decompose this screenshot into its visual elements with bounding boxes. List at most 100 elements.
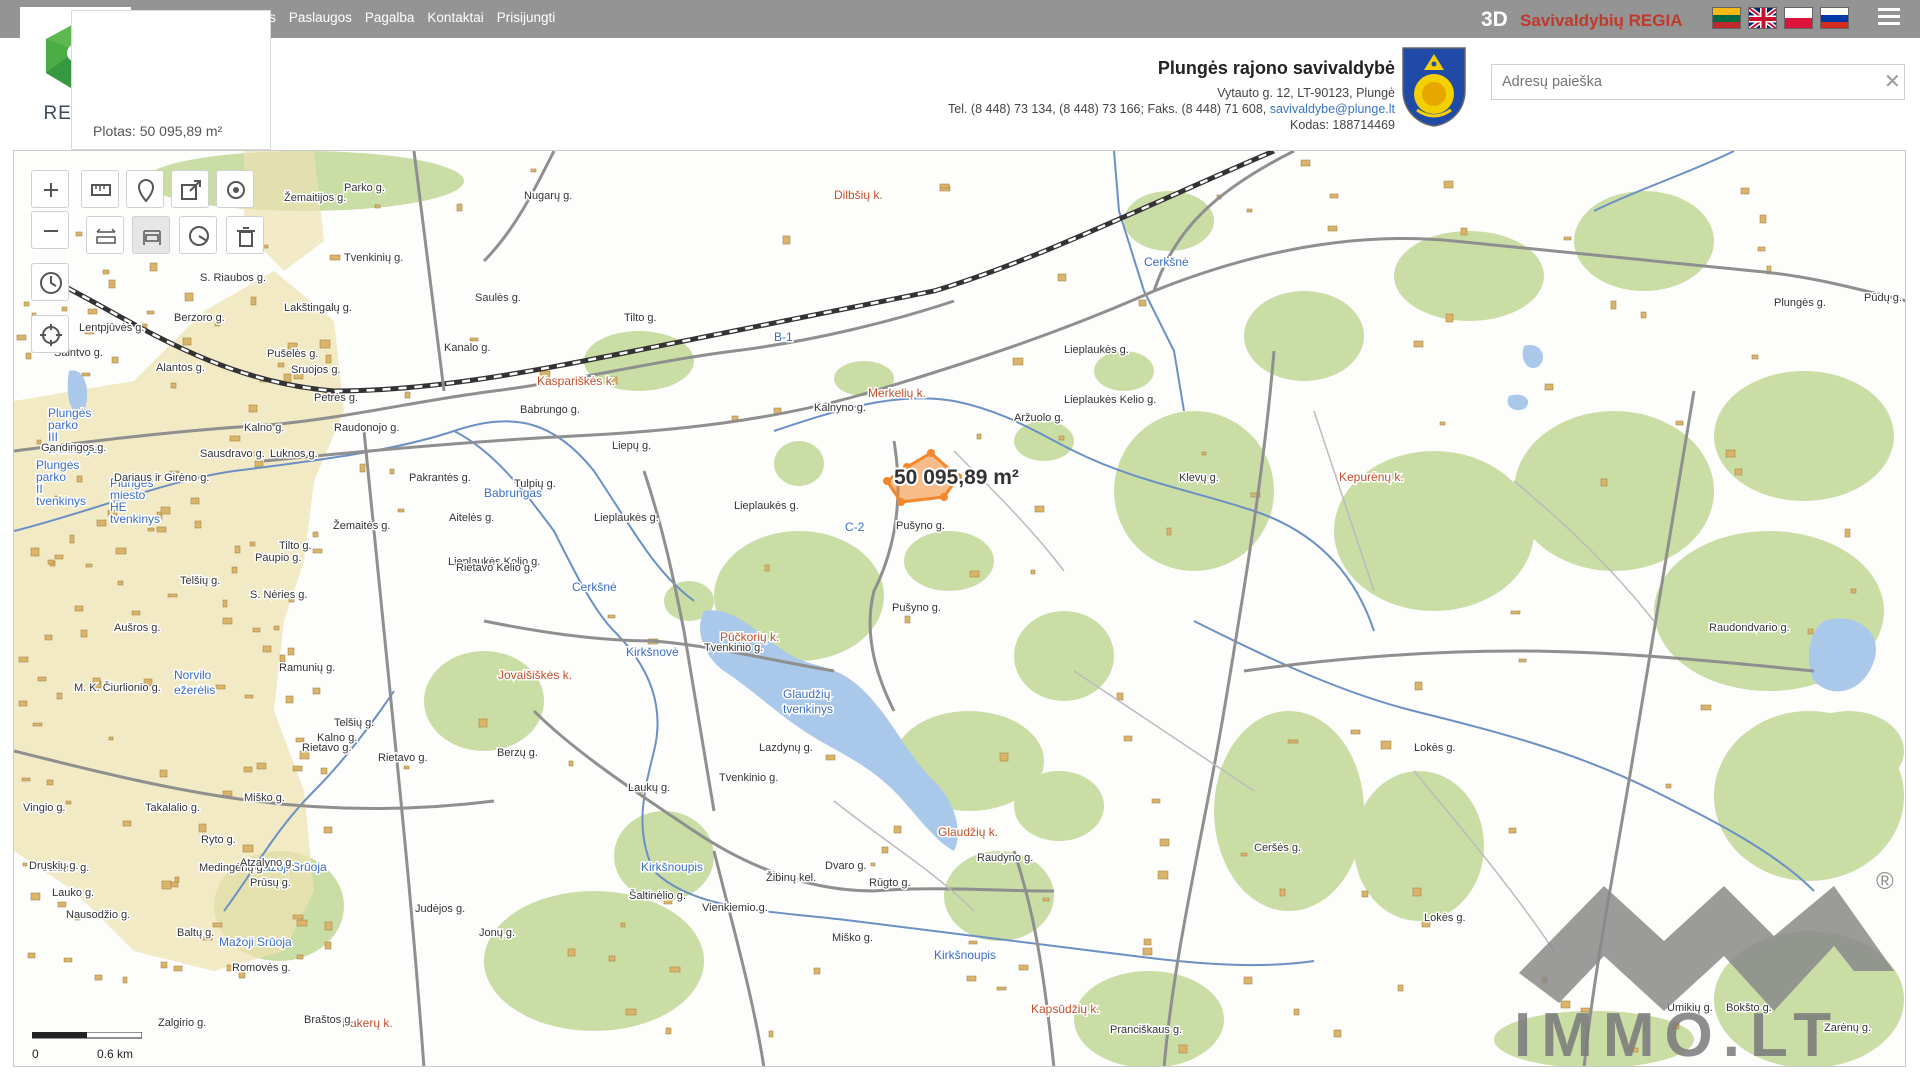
building [122,820,132,827]
building [22,862,28,867]
building [61,306,68,312]
building [156,526,167,533]
building [625,1008,637,1016]
map-label-street: Aržuolo g. [1014,412,1064,424]
building [146,310,155,315]
building [968,940,978,945]
forest-patch [1244,291,1364,381]
forest-patch [1394,231,1544,321]
map-label-street: Ramunių g. [279,662,335,674]
map-label-street: Telšių g. [334,717,374,729]
building [1178,1044,1188,1054]
building [234,545,241,554]
area-readout: Plotas: 50 095,89 m² [93,123,223,139]
building [108,279,116,289]
building [1412,887,1422,897]
building [1287,739,1299,744]
nav-item-4[interactable]: Kontaktai [427,10,483,25]
forest-patch [484,891,704,1031]
measure-length-button[interactable] [86,216,124,254]
export-button[interactable] [171,170,209,208]
building [215,684,226,690]
building [324,941,332,950]
building [312,548,323,554]
building [18,656,29,663]
map-label-street: Lentpjūvės g. [79,322,144,334]
building [190,497,200,505]
building [170,382,177,389]
map-label-street: Lieplaukės Kelio g. [1064,394,1156,406]
map-label-village: Kepurėnų k. [1339,470,1404,484]
building [1012,357,1024,366]
building [54,554,64,560]
point-tool-button[interactable] [216,170,254,208]
building [764,564,770,572]
building [212,922,223,928]
forest-patch [424,651,544,751]
protractor-icon [189,226,209,246]
address-search-input[interactable] [1491,64,1905,100]
map-label-street: Ceršės g. [1254,842,1301,854]
map-label-street: Tvenkinio g. [704,642,763,654]
building [170,881,179,888]
map-label-village: Glaudžių k. [938,825,998,839]
search-clear-icon[interactable]: ✕ [1884,69,1901,94]
building [478,718,488,728]
building [18,700,28,707]
pl-flag-icon[interactable] [1784,7,1813,29]
brand-3d[interactable]: 3D [1481,8,1508,32]
building [1030,569,1036,575]
zoom-in-button[interactable] [31,170,69,208]
place-marker-button[interactable] [126,170,164,208]
clear-measurements-button[interactable] [226,216,264,254]
building [404,391,411,399]
measure-area-button[interactable] [132,216,170,254]
building [1201,451,1207,456]
building [1734,468,1743,476]
map-canvas[interactable]: 50 095,89 m² Dilbšių k. Kaspariškės k. Mer… [14,151,1906,1067]
building [966,975,977,982]
locate-button[interactable] [31,315,69,353]
lt-flag-icon[interactable] [1712,7,1741,29]
history-button[interactable] [31,263,69,301]
map-label-street: Klevų g. [1179,472,1219,484]
building [1439,421,1446,426]
building [389,468,395,475]
measure-distance-button[interactable] [81,170,119,208]
building [1159,838,1170,847]
building [320,767,328,775]
map-label-village: Jovaišiškės k. [498,668,572,682]
forest-patch [1124,191,1214,251]
building [85,563,93,568]
building [283,373,292,383]
building [81,372,91,377]
building [37,676,47,682]
email-link[interactable]: savivaldybe@plunge.lt [1270,102,1395,116]
nav-item-3[interactable]: Pagalba [365,10,415,25]
map-label-street: Lauko g. [52,887,94,899]
map-label-water: ežerėlis [174,683,215,697]
building [567,948,576,957]
municipality-code: Kodas: 188714469 [1290,118,1395,132]
building [319,339,331,349]
brand-name[interactable]: Savivaldybių REGIA [1520,11,1683,31]
building [665,1027,672,1035]
nav-item-2[interactable]: Paslaugos [289,10,352,25]
nav-item-5[interactable]: Prisijungti [497,10,556,25]
measure-angle-button[interactable] [179,216,217,254]
building [1057,273,1067,282]
map-label-street: Jonų g. [479,927,515,939]
ruler-icon [91,184,111,196]
building [76,475,83,483]
building [25,352,32,360]
uk-flag-graphic [1749,8,1776,28]
building [608,955,616,962]
building [287,647,295,656]
en-flag-icon[interactable] [1748,7,1777,29]
zoom-out-button[interactable] [31,211,69,249]
building [96,519,107,527]
map-view[interactable]: 50 095,89 m² Dilbšių k. Kaspariškės k. Mer… [13,150,1906,1067]
ru-flag-icon[interactable] [1820,7,1849,29]
hamburger-menu-icon[interactable] [1878,8,1900,30]
forest-patch [1014,771,1104,841]
